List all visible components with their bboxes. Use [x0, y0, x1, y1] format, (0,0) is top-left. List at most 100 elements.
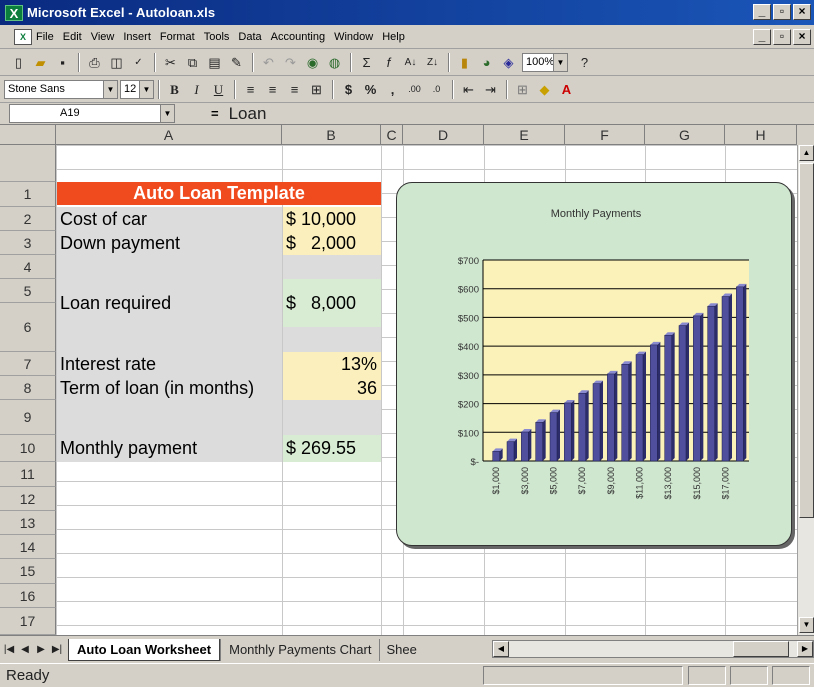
column-header-a[interactable]: A	[56, 125, 282, 145]
hscroll-thumb[interactable]	[733, 641, 789, 657]
bold-icon[interactable]: B	[164, 79, 185, 100]
cell-a8[interactable]: Term of loan (in months)	[57, 376, 282, 400]
currency-icon[interactable]: $	[338, 79, 359, 100]
menu-data[interactable]: Data	[238, 31, 261, 43]
decrease-indent-icon[interactable]: ⇤	[458, 79, 479, 100]
new-icon[interactable]: ▯	[8, 52, 29, 73]
cell-a2[interactable]: Cost of car	[57, 207, 282, 231]
column-header-g[interactable]: G	[645, 125, 725, 145]
underline-icon[interactable]: U	[208, 79, 229, 100]
doc-minimize-button[interactable]: _	[753, 29, 771, 45]
drawing-icon[interactable]: ◈	[498, 52, 519, 73]
row-header-8[interactable]: 8	[0, 376, 56, 400]
menu-file[interactable]: File	[36, 31, 54, 43]
formula-input[interactable]: Loan	[229, 104, 267, 124]
align-center-icon[interactable]: ≡	[262, 79, 283, 100]
cell-b10[interactable]: $ 269.55	[283, 435, 381, 462]
hyperlink-icon[interactable]: ◉	[302, 52, 323, 73]
function-icon[interactable]: f	[378, 52, 399, 73]
doc-close-button[interactable]: ×	[793, 29, 811, 45]
column-header-e[interactable]: E	[484, 125, 565, 145]
column-header-f[interactable]: F	[565, 125, 645, 145]
increase-decimal-icon[interactable]: .00	[404, 79, 425, 100]
equals-sign[interactable]: =	[211, 106, 219, 121]
cell-b7[interactable]: 13%	[283, 352, 381, 376]
decrease-decimal-icon[interactable]: .0	[426, 79, 447, 100]
close-button[interactable]: ×	[793, 4, 811, 20]
row-header-2[interactable]: 2	[0, 207, 56, 231]
column-header-c[interactable]: C	[381, 125, 403, 145]
excel-icon[interactable]: X	[5, 4, 23, 21]
column-header-d[interactable]: D	[403, 125, 484, 145]
menu-accounting[interactable]: Accounting	[271, 31, 325, 43]
comma-icon[interactable]: ,	[382, 79, 403, 100]
scroll-up-icon[interactable]: ▲	[799, 145, 814, 161]
menu-format[interactable]: Format	[160, 31, 195, 43]
maximize-button[interactable]: ▫	[773, 4, 791, 20]
row-header-3[interactable]: 3	[0, 231, 56, 255]
row-header-1[interactable]: 1	[0, 182, 56, 207]
align-left-icon[interactable]: ≡	[240, 79, 261, 100]
cell-b3[interactable]: $ 2,000	[283, 231, 381, 255]
cell-a9[interactable]	[57, 400, 282, 435]
open-icon[interactable]: ▰	[30, 52, 51, 73]
next-sheet-icon[interactable]: ▶	[34, 644, 48, 655]
italic-icon[interactable]: I	[186, 79, 207, 100]
tab-sheet3[interactable]: Shee	[379, 638, 418, 661]
vertical-scrollbar[interactable]: ▲ ▼	[797, 145, 814, 635]
row-header-11[interactable]: 11	[0, 462, 56, 487]
paste-icon[interactable]: ▤	[204, 52, 225, 73]
sort-descending-icon[interactable]: Z↓	[422, 52, 443, 73]
row-header-13[interactable]: 13	[0, 511, 56, 535]
row-header-17[interactable]: 17	[0, 608, 56, 635]
scroll-down-icon[interactable]: ▼	[799, 617, 814, 633]
prev-sheet-icon[interactable]: ◀	[18, 644, 32, 655]
row-header-6[interactable]: 6	[0, 303, 56, 352]
row-header-4[interactable]: 4	[0, 255, 56, 279]
row-header-12[interactable]: 12	[0, 487, 56, 511]
menu-insert[interactable]: Insert	[123, 31, 151, 43]
align-right-icon[interactable]: ≡	[284, 79, 305, 100]
cell-a10[interactable]: Monthly payment	[57, 435, 282, 462]
copy-icon[interactable]: ⧉	[182, 52, 203, 73]
cell-a5[interactable]: Loan required	[57, 279, 282, 327]
menu-help[interactable]: Help	[382, 31, 405, 43]
borders-icon[interactable]: ⊞	[512, 79, 533, 100]
row-header-5[interactable]: 5	[0, 279, 56, 303]
font-select[interactable]: Stone Sans ▼	[4, 79, 118, 99]
scroll-thumb[interactable]	[799, 163, 814, 518]
fill-color-icon[interactable]: ◆	[534, 79, 555, 100]
format-painter-icon[interactable]: ✎	[226, 52, 247, 73]
font-color-icon[interactable]: A	[556, 79, 577, 100]
row-header-15[interactable]: 15	[0, 559, 56, 584]
row-header-10[interactable]: 10	[0, 435, 56, 462]
save-icon[interactable]: ▪	[52, 52, 73, 73]
office-assistant-icon[interactable]: ?	[574, 52, 595, 73]
menu-edit[interactable]: Edit	[63, 31, 82, 43]
increase-indent-icon[interactable]: ⇥	[480, 79, 501, 100]
row-header-9[interactable]: 9	[0, 400, 56, 435]
menu-view[interactable]: View	[91, 31, 115, 43]
scroll-left-icon[interactable]: ◀	[493, 641, 509, 657]
cell-a3[interactable]: Down payment	[57, 231, 282, 255]
merge-center-icon[interactable]: ⊞	[306, 79, 327, 100]
spelling-icon[interactable]: ✓	[128, 52, 149, 73]
tab-auto-loan-worksheet[interactable]: Auto Loan Worksheet	[68, 638, 221, 661]
cell-b9[interactable]	[283, 400, 381, 435]
scroll-right-icon[interactable]: ▶	[797, 641, 813, 657]
minimize-button[interactable]: _	[753, 4, 771, 20]
cell-a4[interactable]	[57, 255, 282, 279]
map-icon[interactable]: ◕	[476, 52, 497, 73]
cell-b5[interactable]: $ 8,000	[283, 279, 381, 327]
monthly-payments-chart[interactable]: Monthly Payments $- $100 $200 $300 $400 $500 $6…	[396, 182, 792, 546]
doc-restore-button[interactable]: ▫	[773, 29, 791, 45]
column-header-b[interactable]: B	[282, 125, 381, 145]
percent-icon[interactable]: %	[360, 79, 381, 100]
cell-b4[interactable]	[283, 255, 381, 279]
select-all-corner[interactable]	[0, 125, 56, 145]
row-header-16[interactable]: 16	[0, 584, 56, 608]
web-toolbar-icon[interactable]: ◍	[324, 52, 345, 73]
undo-icon[interactable]: ↶	[258, 52, 279, 73]
horizontal-scrollbar[interactable]: ◀ ▶	[492, 640, 814, 658]
row-header-14[interactable]: 14	[0, 535, 56, 559]
